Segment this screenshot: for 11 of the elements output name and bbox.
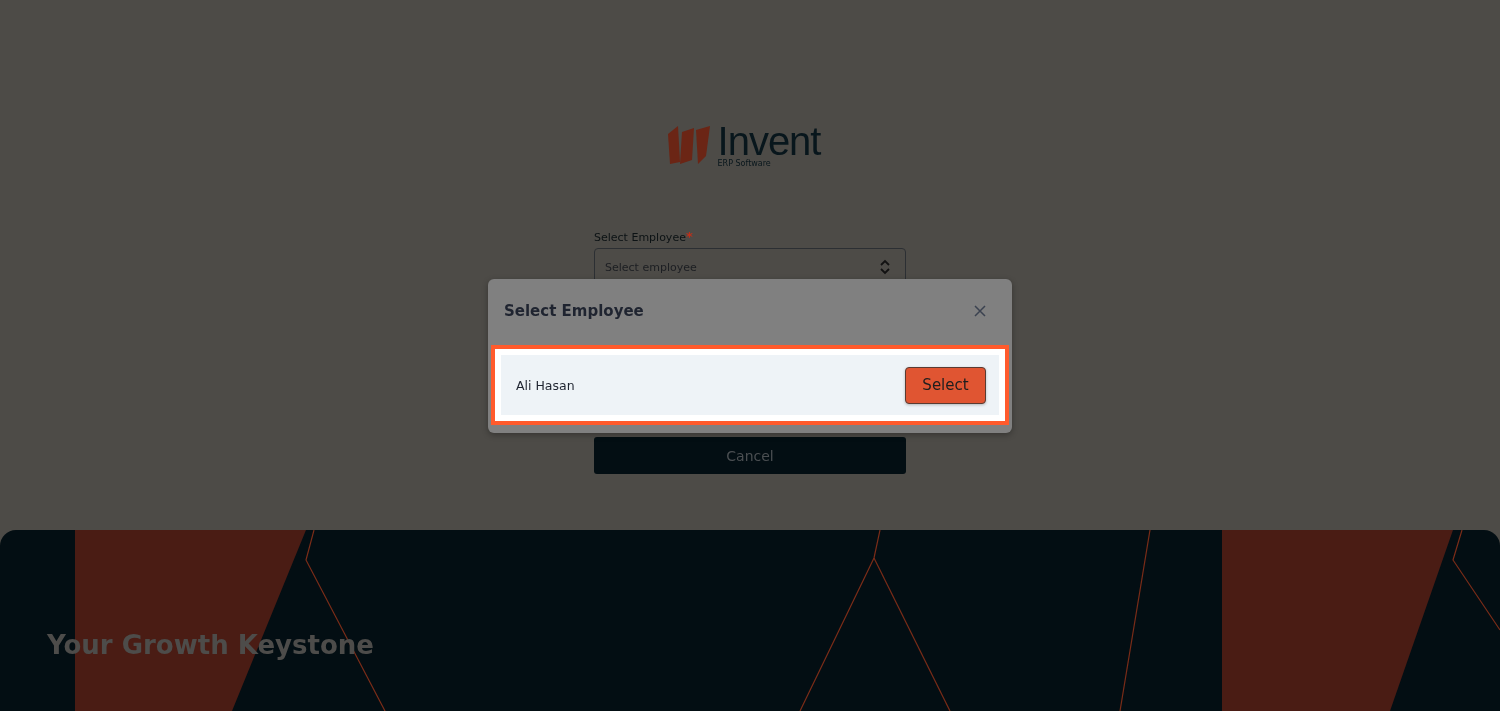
- logo-mark-icon: [667, 126, 710, 164]
- close-icon[interactable]: [974, 305, 986, 317]
- logo-wordmark: Invent: [717, 124, 821, 158]
- dialog-title: Select Employee: [504, 302, 644, 320]
- employee-row[interactable]: Ali Hasan Select: [501, 355, 999, 415]
- cancel-button[interactable]: Cancel: [594, 437, 906, 474]
- field-label: Select Employee*: [594, 229, 694, 244]
- logo-tagline: ERP Software: [717, 159, 772, 168]
- select-button[interactable]: Select: [905, 366, 986, 404]
- employee-name: Ali Hasan: [516, 377, 575, 393]
- sort-chevrons-icon: [880, 259, 890, 275]
